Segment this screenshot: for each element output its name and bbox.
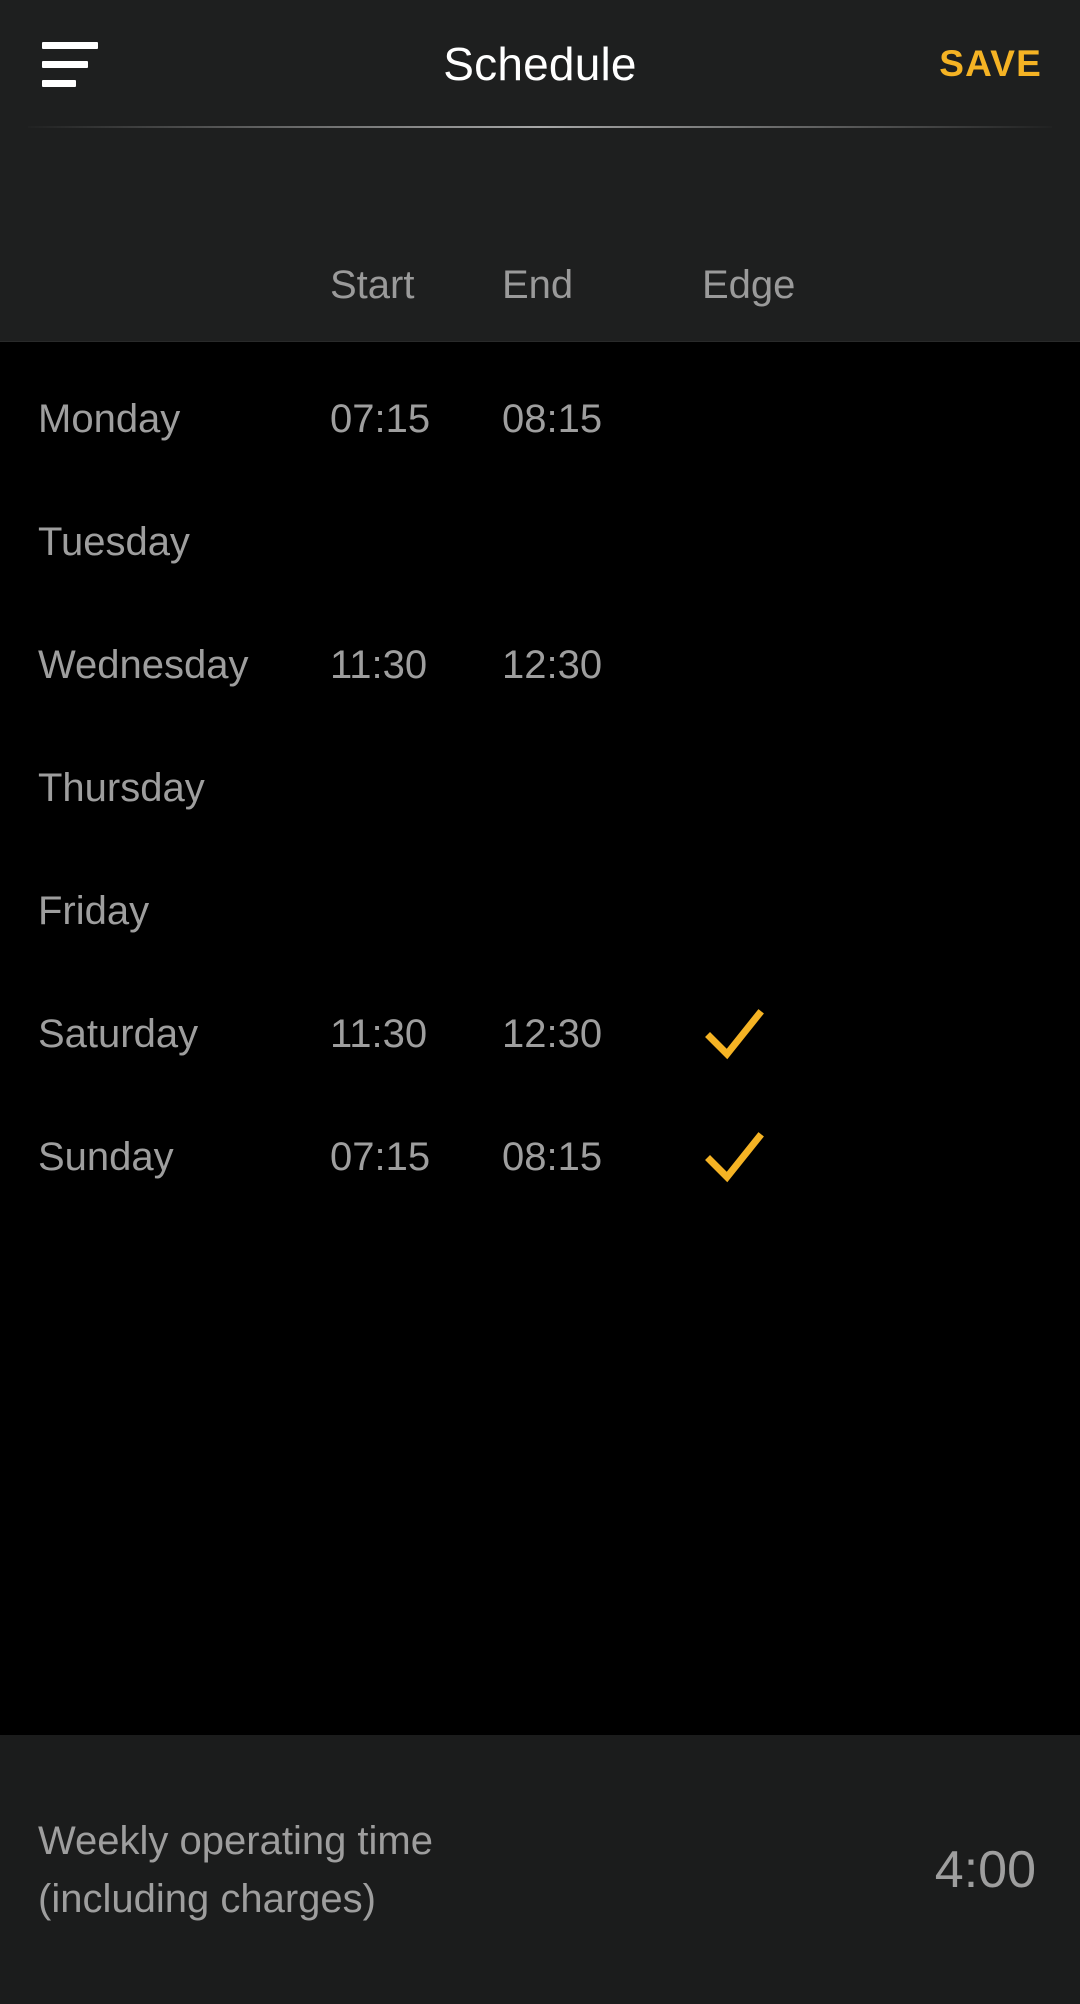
checkmark-icon bbox=[705, 1008, 764, 1059]
save-button[interactable]: SAVE bbox=[935, 0, 1046, 128]
weekly-total-footer: Weekly operating time (including charges… bbox=[0, 1735, 1080, 2004]
row-start-cell[interactable]: 07:15 bbox=[330, 397, 502, 442]
table-row[interactable]: Sunday 07:15 08:15 bbox=[0, 1096, 1080, 1219]
table-row[interactable]: Monday 07:15 08:15 bbox=[0, 358, 1080, 481]
weekly-total-value: 4:00 bbox=[934, 1840, 1036, 1899]
row-end-value: 12:30 bbox=[502, 643, 603, 687]
table-column-header: Start End Edge bbox=[0, 128, 1080, 342]
column-header-edge: Edge bbox=[702, 263, 796, 307]
weekly-total-label-line-1: Weekly operating time bbox=[38, 1818, 433, 1863]
table-row[interactable]: Thursday bbox=[0, 727, 1080, 850]
row-start-value: 07:15 bbox=[330, 1135, 431, 1179]
row-edge-cell[interactable] bbox=[702, 481, 1040, 604]
row-day-cell[interactable]: Sunday bbox=[0, 1135, 330, 1180]
row-end-cell[interactable]: 08:15 bbox=[502, 397, 702, 442]
row-start-value: 11:30 bbox=[330, 1012, 428, 1056]
row-day-label: Monday bbox=[38, 397, 181, 441]
column-header-start: Start bbox=[330, 263, 415, 307]
row-day-label: Friday bbox=[38, 889, 150, 933]
weekly-total-label: Weekly operating time (including charges… bbox=[38, 1812, 433, 1928]
row-day-label: Tuesday bbox=[38, 520, 190, 564]
row-start-value: 11:30 bbox=[330, 643, 428, 687]
page-title: Schedule bbox=[443, 38, 637, 90]
row-day-cell[interactable]: Tuesday bbox=[0, 520, 330, 565]
hamburger-menu-button[interactable] bbox=[30, 0, 126, 128]
schedule-screen: Schedule SAVE Start End Edge Monday 07:15… bbox=[0, 0, 1080, 2004]
table-row[interactable]: Friday bbox=[0, 850, 1080, 973]
row-day-cell[interactable]: Monday bbox=[0, 397, 330, 442]
row-edge-cell[interactable] bbox=[702, 604, 1040, 727]
table-row[interactable]: Wednesday 11:30 12:30 bbox=[0, 604, 1080, 727]
row-end-value: 08:15 bbox=[502, 397, 603, 441]
row-day-label: Sunday bbox=[38, 1135, 174, 1179]
row-end-value: 08:15 bbox=[502, 1135, 603, 1179]
row-edge-cell[interactable] bbox=[702, 973, 1040, 1096]
row-edge-cell[interactable] bbox=[702, 850, 1040, 973]
row-start-value: 07:15 bbox=[330, 397, 431, 441]
hamburger-menu-icon-line-3 bbox=[42, 79, 76, 87]
hamburger-menu-icon-line-2 bbox=[42, 60, 88, 68]
row-start-cell[interactable]: 07:15 bbox=[330, 1135, 502, 1180]
table-row[interactable]: Tuesday bbox=[0, 481, 1080, 604]
row-edge-cell[interactable] bbox=[702, 1096, 1040, 1219]
row-start-cell[interactable]: 11:30 bbox=[330, 1012, 502, 1057]
row-day-label: Saturday bbox=[38, 1012, 199, 1056]
row-day-cell[interactable]: Thursday bbox=[0, 766, 330, 811]
row-day-cell[interactable]: Friday bbox=[0, 889, 330, 934]
hamburger-menu-icon bbox=[42, 41, 98, 49]
row-edge-cell[interactable] bbox=[702, 358, 1040, 481]
row-day-cell[interactable]: Wednesday bbox=[0, 643, 330, 688]
row-end-cell[interactable]: 08:15 bbox=[502, 1135, 702, 1180]
checkmark-icon bbox=[705, 1131, 764, 1182]
row-day-label: Thursday bbox=[38, 766, 205, 810]
row-end-cell[interactable]: 12:30 bbox=[502, 1012, 702, 1057]
table-row[interactable]: Saturday 11:30 12:30 bbox=[0, 973, 1080, 1096]
row-day-label: Wednesday bbox=[38, 643, 249, 687]
app-top-bar: Schedule SAVE bbox=[0, 0, 1080, 128]
row-start-cell[interactable]: 11:30 bbox=[330, 643, 502, 688]
row-end-value: 12:30 bbox=[502, 1012, 603, 1056]
schedule-list: Monday 07:15 08:15 Tuesday Wednesday 11:30 12:… bbox=[0, 342, 1080, 1735]
row-end-cell[interactable]: 12:30 bbox=[502, 643, 702, 688]
column-header-end: End bbox=[502, 263, 574, 307]
weekly-total-label-line-2: (including charges) bbox=[38, 1876, 376, 1921]
row-edge-cell[interactable] bbox=[702, 727, 1040, 850]
row-day-cell[interactable]: Saturday bbox=[0, 1012, 330, 1057]
